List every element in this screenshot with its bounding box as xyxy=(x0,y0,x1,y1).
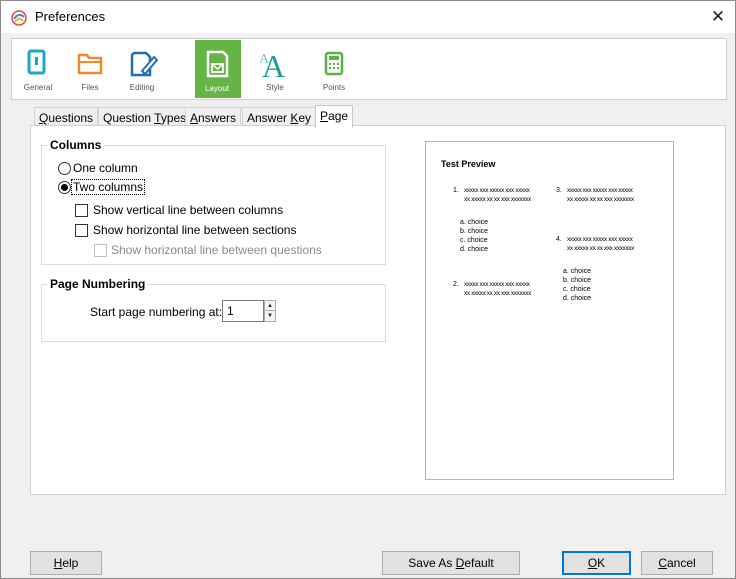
toolbar-style-label: Style xyxy=(266,83,284,92)
layout-icon xyxy=(206,50,229,78)
toolbar-layout-label: Layout xyxy=(204,84,230,93)
toolbar-files[interactable]: Files xyxy=(68,39,112,97)
test-preview-title: Test Preview xyxy=(441,159,496,169)
page-settings-panel: Columns One column Two columns Show vert… xyxy=(30,125,726,495)
toolbar-general[interactable]: General xyxy=(16,39,60,97)
toolbar-general-label: General xyxy=(23,83,53,92)
one-column-radio[interactable] xyxy=(58,162,71,175)
preview-choice: c. choice xyxy=(563,286,591,293)
one-column-label[interactable]: One column xyxy=(73,161,138,175)
app-logo-icon xyxy=(11,10,27,26)
preview-question-number: 3. xyxy=(556,187,562,194)
preview-choice: c. choice xyxy=(460,237,488,244)
vertical-line-label[interactable]: Show vertical line between columns xyxy=(93,203,283,217)
columns-group-title: Columns xyxy=(48,138,104,152)
preview-question-text: xxxxx xxx xxxxx xxx xxxxx xx xxxxx xx xx… xyxy=(464,281,531,297)
toolbar-style[interactable]: A A Style xyxy=(253,39,297,97)
horizontal-line-sections-label[interactable]: Show horizontal line between sections xyxy=(93,223,296,237)
cancel-button[interactable]: Cancel xyxy=(641,551,713,575)
test-preview: Test Preview 1. xxxxx xxx xxxxx xxx xxxx… xyxy=(425,141,674,480)
category-toolbar: General Files Editing Layout A A Style P… xyxy=(11,38,727,100)
help-button[interactable]: Help xyxy=(30,551,102,575)
start-page-number-spinner[interactable]: ▲ ▼ xyxy=(264,300,276,322)
spin-down-arrow-icon[interactable]: ▼ xyxy=(265,311,275,321)
preview-choice: d. choice xyxy=(460,246,489,253)
toolbar-layout[interactable]: Layout xyxy=(195,40,241,98)
tab-page[interactable]: Page xyxy=(315,105,354,128)
style-font-icon: A A xyxy=(259,48,285,81)
preview-question-text: xxxxx xxx xxxxx xxx xxxxx xx xxxxx xx xx… xyxy=(567,236,634,252)
calculator-icon xyxy=(324,51,344,76)
horizontal-line-sections-checkbox[interactable] xyxy=(75,224,88,237)
spin-up-arrow-icon[interactable]: ▲ xyxy=(265,301,275,311)
toolbar-files-label: Files xyxy=(81,83,99,92)
preview-question-text: xxxxx xxx xxxxx xxx xxxxx xx xxxxx xx xx… xyxy=(567,187,634,203)
svg-text:A: A xyxy=(259,52,270,67)
preview-question-text: xxxxx xxx xxxxx xxx xxxxx xx xxxxx xx xx… xyxy=(464,187,531,203)
two-columns-radio[interactable] xyxy=(58,181,71,194)
horizontal-line-questions-label: Show horizontal line between questions xyxy=(111,243,322,257)
folder-icon xyxy=(77,53,103,75)
preview-question-number: 1. xyxy=(453,187,459,194)
ok-button[interactable]: OK xyxy=(562,551,631,575)
preview-question-number: 2. xyxy=(453,281,459,288)
page-numbering-group-title: Page Numbering xyxy=(48,277,148,291)
vertical-line-checkbox[interactable] xyxy=(75,204,88,217)
toolbar-points[interactable]: Points xyxy=(312,39,356,97)
two-columns-label[interactable]: Two columns xyxy=(70,179,146,195)
general-icon xyxy=(27,49,46,75)
title-bar: Preferences ✕ xyxy=(1,1,735,33)
page-numbering-group: Page Numbering Start page numbering at: … xyxy=(41,277,386,342)
start-page-numbering-label: Start page numbering at: xyxy=(90,305,223,319)
document-edit-icon xyxy=(130,51,159,77)
start-page-number-input[interactable] xyxy=(222,300,264,322)
window-title: Preferences xyxy=(35,9,106,24)
preview-choice: b. choice xyxy=(563,277,592,284)
save-as-default-button[interactable]: Save As Default xyxy=(382,551,520,575)
preview-choice: d. choice xyxy=(563,295,592,302)
preview-question-number: 4. xyxy=(556,236,562,243)
preview-choice: b. choice xyxy=(460,228,489,235)
toolbar-points-label: Points xyxy=(322,83,346,92)
preview-choice: a. choice xyxy=(563,268,592,275)
columns-group: Columns One column Two columns Show vert… xyxy=(41,138,386,265)
preferences-window: Preferences ✕ General Files Editing Layo… xyxy=(0,0,736,579)
toolbar-editing[interactable]: Editing xyxy=(120,39,164,97)
close-button[interactable]: ✕ xyxy=(701,1,735,33)
toolbar-editing-label: Editing xyxy=(129,83,155,92)
horizontal-line-questions-checkbox[interactable] xyxy=(94,244,107,257)
preview-choice: a. choice xyxy=(460,219,489,226)
